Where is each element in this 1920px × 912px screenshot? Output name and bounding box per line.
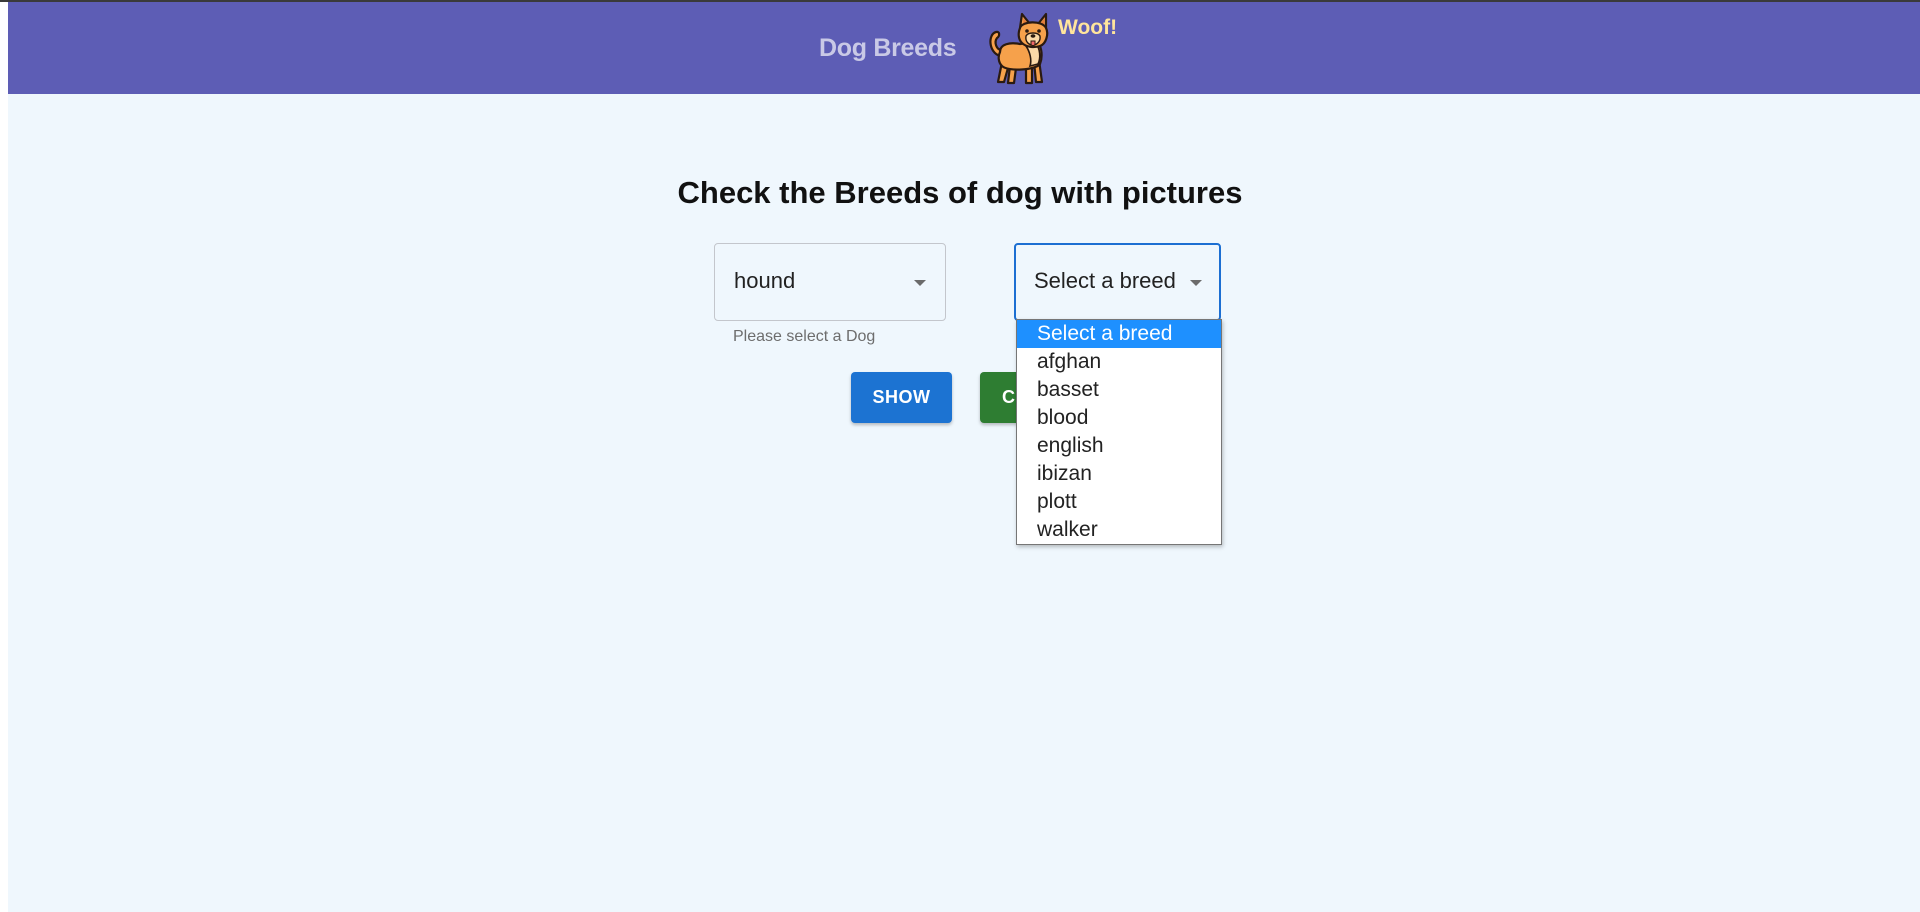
page-title: Check the Breeds of dog with pictures (677, 175, 1243, 210)
chevron-down-icon (914, 280, 926, 286)
breed-option[interactable]: blood (1017, 404, 1221, 432)
brand-title[interactable]: Dog Breeds (819, 34, 957, 63)
breed-option[interactable]: english (1017, 432, 1221, 460)
breed-option[interactable]: Select a breed (1017, 320, 1221, 348)
breed-option[interactable]: walker (1017, 516, 1221, 544)
chevron-down-icon (1190, 280, 1202, 286)
breed-option[interactable]: basset (1017, 376, 1221, 404)
dog-select-value: hound (734, 268, 796, 293)
dog-select-helper: Please select a Dog (733, 328, 876, 345)
show-button[interactable]: SHOW (851, 372, 952, 423)
breed-option[interactable]: plott (1017, 488, 1221, 516)
app-header (8, 2, 1920, 94)
dog-icon (989, 12, 1049, 85)
breed-option[interactable]: ibizan (1017, 460, 1221, 488)
breed-select[interactable]: Select a breed (1014, 243, 1221, 321)
dog-select[interactable]: hound (714, 243, 946, 321)
woof-label: Woof! (1058, 16, 1118, 39)
breed-options-list: Select a breed afghan basset blood engli… (1016, 319, 1222, 545)
page-background (8, 0, 1920, 912)
breed-select-value: Select a breed (1034, 268, 1176, 293)
breed-option[interactable]: afghan (1017, 348, 1221, 376)
